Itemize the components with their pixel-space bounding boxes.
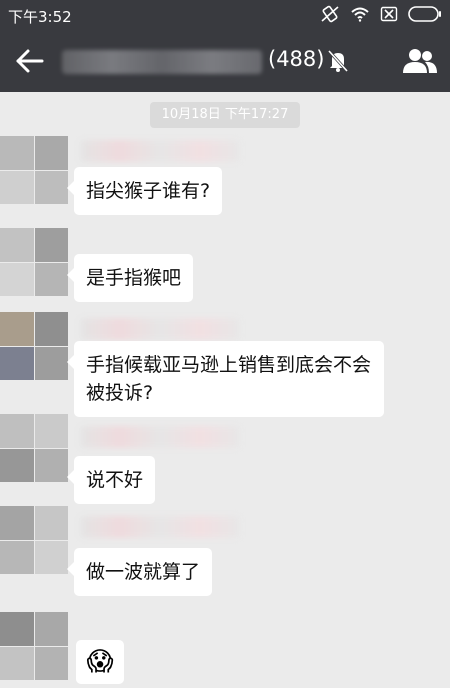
message-text: 是手指猴吧 bbox=[86, 267, 182, 289]
avatar[interactable] bbox=[0, 228, 68, 296]
sender-name-blurred bbox=[80, 516, 240, 538]
message-bubble[interactable]: 做一波就算了 bbox=[66, 548, 213, 596]
wifi-icon bbox=[350, 6, 370, 22]
group-members-button[interactable] bbox=[402, 48, 438, 74]
battery-icon bbox=[408, 6, 442, 22]
message-bubble[interactable]: 是手指猴吧 bbox=[66, 254, 194, 302]
group-name-blurred bbox=[62, 50, 262, 74]
message-bubble[interactable]: 指尖猴子谁有? bbox=[66, 167, 223, 215]
message-list[interactable]: 10月18日 下午17:27 指尖猴子谁有? 是手指猴吧 手指候载亚马逊上销售到… bbox=[0, 92, 450, 688]
screaming-face-emoji: 😱 bbox=[86, 647, 114, 677]
mute-bell-icon bbox=[326, 48, 350, 74]
status-bar: 下午3:52 bbox=[0, 0, 450, 30]
back-button[interactable] bbox=[14, 46, 48, 76]
avatar[interactable] bbox=[0, 612, 68, 680]
status-time: 下午3:52 bbox=[8, 8, 72, 26]
message-bubble[interactable]: 手指候载亚马逊上销售到底会不会被投诉? bbox=[67, 341, 384, 417]
sim-disabled-icon bbox=[380, 6, 398, 22]
message-text: 做一波就算了 bbox=[86, 561, 201, 583]
message-bubble[interactable]: 说不好 bbox=[66, 456, 156, 504]
rotation-lock-icon bbox=[320, 5, 340, 23]
avatar[interactable] bbox=[0, 414, 68, 482]
message-bubble-emoji[interactable]: 😱 bbox=[76, 640, 124, 684]
status-icons bbox=[320, 5, 442, 23]
avatar[interactable] bbox=[0, 312, 68, 380]
chat-header: (488) bbox=[0, 30, 450, 92]
avatar[interactable] bbox=[0, 136, 68, 204]
message-timestamp: 10月18日 下午17:27 bbox=[150, 102, 300, 128]
message-text: 手指候载亚马逊上销售到底会不会被投诉? bbox=[86, 354, 372, 404]
message-text: 指尖猴子谁有? bbox=[86, 180, 211, 202]
sender-name-blurred bbox=[80, 318, 240, 340]
group-members-icon bbox=[403, 49, 437, 73]
sender-name-blurred bbox=[80, 426, 240, 448]
back-arrow-icon bbox=[16, 49, 44, 73]
group-member-count: (488) bbox=[268, 47, 325, 71]
avatar[interactable] bbox=[0, 506, 68, 574]
sender-name-blurred bbox=[80, 140, 240, 162]
message-text: 说不好 bbox=[86, 469, 144, 491]
